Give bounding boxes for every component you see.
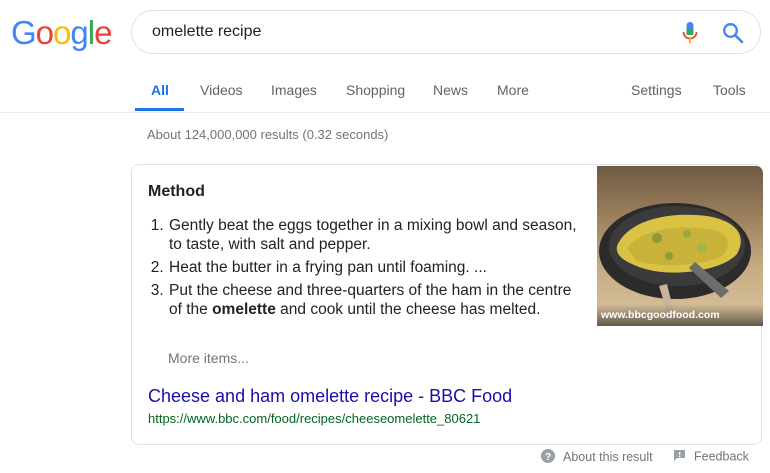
omelette-image[interactable]: www.bbcgoodfood.com xyxy=(597,166,763,326)
feedback-label: Feedback xyxy=(694,449,749,464)
mic-icon[interactable] xyxy=(680,21,700,45)
tab-all[interactable]: All xyxy=(151,82,169,98)
tab-settings[interactable]: Settings xyxy=(631,82,682,98)
step-text: Heat the butter in a frying pan until fo… xyxy=(169,259,487,276)
method-steps: Gently beat the eggs together in a mixin… xyxy=(132,216,588,323)
logo-letter: o xyxy=(35,14,54,51)
result-title-link[interactable]: Cheese and ham omelette recipe - BBC Foo… xyxy=(148,386,512,407)
tab-more[interactable]: More xyxy=(497,82,529,98)
search-input[interactable]: omelette recipe xyxy=(152,23,261,41)
tab-tools[interactable]: Tools xyxy=(713,82,746,98)
logo-letter: o xyxy=(53,14,71,51)
about-label: About this result xyxy=(563,449,653,464)
snippet-title: Method xyxy=(148,183,205,200)
method-step: Heat the butter in a frying pan until fo… xyxy=(168,258,588,277)
tab-images[interactable]: Images xyxy=(271,82,317,98)
featured-snippet: Method Gently beat the eggs together in … xyxy=(131,164,763,445)
logo-letter: G xyxy=(11,14,37,51)
active-tab-indicator xyxy=(135,108,184,111)
logo-letter: g xyxy=(70,14,88,51)
feedback-button[interactable]: Feedback xyxy=(673,449,749,465)
tab-shopping[interactable]: Shopping xyxy=(346,82,405,98)
svg-text:?: ? xyxy=(545,452,551,463)
help-circle-icon: ? xyxy=(541,449,555,466)
feedback-icon xyxy=(673,449,686,465)
result-stats: About 124,000,000 results (0.32 seconds) xyxy=(147,127,389,142)
more-items-link[interactable]: More items... xyxy=(168,350,249,366)
method-step: Put the cheese and three-quarters of the… xyxy=(168,281,588,319)
result-url: https://www.bbc.com/food/recipes/cheeseo… xyxy=(148,411,481,426)
about-this-result-button[interactable]: ? About this result xyxy=(541,449,653,466)
search-icon[interactable] xyxy=(722,22,744,44)
method-step: Gently beat the eggs together in a mixin… xyxy=(168,216,588,254)
google-logo[interactable]: Google xyxy=(11,14,112,52)
tab-videos[interactable]: Videos xyxy=(200,82,243,98)
step-text: Gently beat the eggs together in a mixin… xyxy=(169,217,577,253)
logo-letter: e xyxy=(94,14,112,51)
tab-news[interactable]: News xyxy=(433,82,468,98)
step-highlight: omelette xyxy=(212,301,276,318)
search-tabs: All Videos Images Shopping News More Set… xyxy=(0,75,770,113)
omelette-pan-illustration xyxy=(599,203,751,318)
image-source: www.bbcgoodfood.com xyxy=(601,309,720,321)
step-text: and cook until the cheese has melted. xyxy=(275,301,541,318)
search-box[interactable]: omelette recipe xyxy=(131,10,761,54)
